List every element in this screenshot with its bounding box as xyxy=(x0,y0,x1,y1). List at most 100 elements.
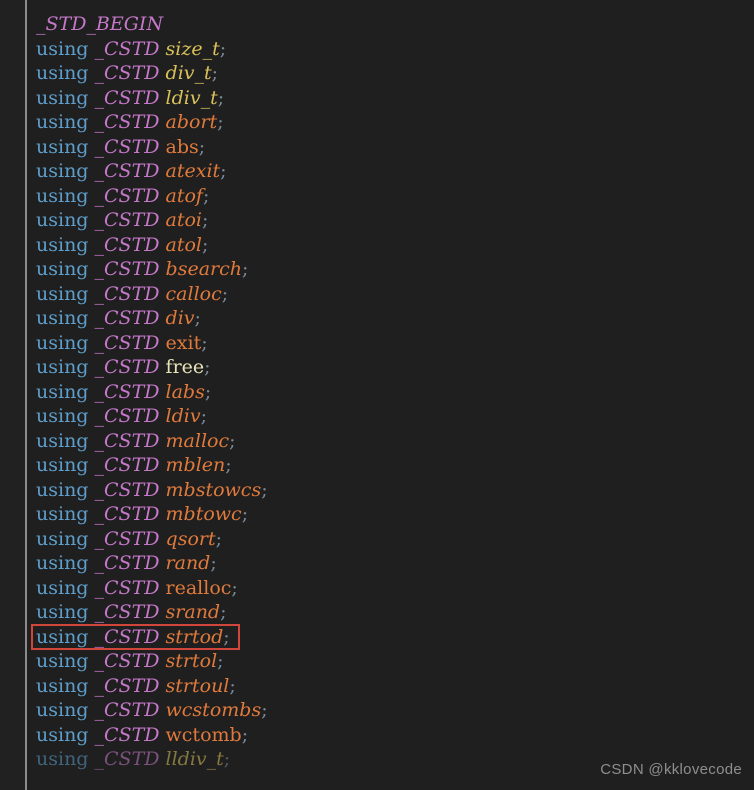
code-line[interactable]: using _CSTD labs; xyxy=(36,380,736,405)
code-token: ; xyxy=(204,380,212,403)
code-token: _CSTD xyxy=(94,184,160,207)
code-line[interactable]: using _CSTD calloc; xyxy=(36,282,736,307)
code-line[interactable]: using _CSTD mbstowcs; xyxy=(36,478,736,503)
code-token: ; xyxy=(204,356,211,378)
code-line[interactable]: using _CSTD atof; xyxy=(36,184,736,209)
code-token: using xyxy=(36,258,89,280)
code-line[interactable]: using _CSTD bsearch; xyxy=(36,257,736,282)
code-token: abort xyxy=(165,111,218,133)
code-token: _CSTD xyxy=(94,405,160,427)
code-line[interactable]: using _CSTD abs; xyxy=(36,135,736,160)
code-line[interactable]: using _CSTD atoi; xyxy=(36,208,736,233)
code-line[interactable]: using _CSTD wctomb; xyxy=(36,723,736,748)
code-token: _CSTD xyxy=(94,454,160,476)
code-token: _CSTD xyxy=(94,723,160,746)
code-token: _CSTD xyxy=(94,478,160,501)
code-token: ; xyxy=(202,233,209,256)
code-line[interactable]: using _CSTD mbtowc; xyxy=(36,502,736,527)
code-line[interactable]: using _CSTD realloc; xyxy=(36,576,736,601)
code-token: using xyxy=(36,748,89,770)
code-token: ; xyxy=(217,86,225,109)
code-token: wcstombs xyxy=(165,699,262,721)
code-line[interactable]: using _CSTD malloc; xyxy=(36,429,736,454)
indent-guide-line xyxy=(25,0,27,790)
code-token: _CSTD xyxy=(94,625,160,648)
code-token: using xyxy=(36,674,89,697)
code-line[interactable]: using _CSTD ldiv; xyxy=(36,404,736,429)
code-token: ; xyxy=(229,429,236,452)
code-token: _CSTD xyxy=(94,699,160,721)
code-token: _CSTD xyxy=(94,503,160,525)
code-line[interactable]: using _CSTD srand; xyxy=(36,600,736,625)
code-token: ; xyxy=(201,331,208,354)
code-line[interactable]: using _CSTD div_t; xyxy=(36,61,736,86)
code-line[interactable]: using _CSTD free; xyxy=(36,355,736,380)
code-line[interactable]: using _CSTD wcstombs; xyxy=(36,698,736,723)
code-line[interactable]: using _CSTD strtod; xyxy=(36,625,736,650)
code-token: ; xyxy=(241,503,249,525)
code-token: ; xyxy=(261,699,268,721)
code-line[interactable]: using _CSTD atexit; xyxy=(36,159,736,184)
code-token: using xyxy=(36,625,89,648)
code-token: using xyxy=(36,429,89,452)
code-token: ; xyxy=(217,111,224,133)
code-token: using xyxy=(36,160,89,182)
code-token: _CSTD xyxy=(94,331,160,354)
code-token: strtod xyxy=(165,625,224,648)
code-token: _CSTD xyxy=(94,209,160,231)
code-token: ; xyxy=(229,674,236,697)
code-token: ; xyxy=(223,748,231,770)
code-token: abs xyxy=(165,135,199,158)
code-token: atof xyxy=(165,184,203,207)
code-token: using xyxy=(36,233,89,256)
code-token: using xyxy=(36,478,89,501)
code-token: ; xyxy=(219,37,227,60)
code-token: ; xyxy=(241,258,249,280)
code-token: div xyxy=(165,307,195,329)
code-token: using xyxy=(36,552,89,574)
code-token: _CSTD xyxy=(94,258,160,280)
code-line[interactable]: _STD_BEGIN xyxy=(36,12,736,37)
code-editor[interactable]: _STD_BEGIN using _CSTD size_t; using _CSTD… xyxy=(0,0,754,790)
code-token: using xyxy=(36,209,89,231)
code-line[interactable]: using _CSTD abort; xyxy=(36,110,736,135)
code-line[interactable]: using _CSTD exit; xyxy=(36,331,736,356)
code-token: _CSTD xyxy=(94,674,160,697)
code-token: using xyxy=(36,86,89,109)
code-token: _CSTD xyxy=(94,601,160,623)
code-line[interactable]: using _CSTD size_t; xyxy=(36,37,736,62)
code-token: _CSTD xyxy=(94,356,160,378)
code-token: ; xyxy=(200,405,207,427)
code-token: bsearch xyxy=(165,258,242,280)
code-token: srand xyxy=(165,601,221,623)
code-token: using xyxy=(36,62,89,84)
code-token: calloc xyxy=(165,282,222,305)
code-line[interactable]: using _CSTD rand; xyxy=(36,551,736,576)
code-line[interactable]: using _CSTD atol; xyxy=(36,233,736,258)
code-line[interactable]: using _CSTD qsort; xyxy=(36,527,736,552)
code-line[interactable]: using _CSTD strtol; xyxy=(36,649,736,674)
code-token: using xyxy=(36,37,89,60)
csdn-watermark: CSDN @kklovecode xyxy=(600,761,742,778)
code-token: exit xyxy=(165,331,202,354)
code-token: using xyxy=(36,405,89,427)
code-token: using xyxy=(36,503,89,525)
code-token: strtol xyxy=(165,650,218,672)
code-token: mbtowc xyxy=(165,503,242,525)
code-line[interactable]: using _CSTD mblen; xyxy=(36,453,736,478)
code-token: _CSTD xyxy=(94,429,160,452)
editor-gutter xyxy=(0,0,26,790)
code-token: ; xyxy=(217,650,224,672)
code-line[interactable]: using _CSTD div; xyxy=(36,306,736,331)
code-token: atoi xyxy=(165,209,203,231)
code-token: div_t xyxy=(165,62,212,84)
code-token: ldiv xyxy=(165,405,201,427)
code-token: ldiv_t xyxy=(165,86,218,109)
code-line[interactable]: using _CSTD ldiv_t; xyxy=(36,86,736,111)
code-token: _CSTD xyxy=(94,380,160,403)
code-token: ; xyxy=(220,601,227,623)
code-line[interactable]: using _CSTD strtoul; xyxy=(36,674,736,699)
code-content[interactable]: _STD_BEGIN using _CSTD size_t; using _CSTD… xyxy=(36,12,736,772)
code-token: using xyxy=(36,356,89,378)
code-token: ; xyxy=(198,135,206,158)
